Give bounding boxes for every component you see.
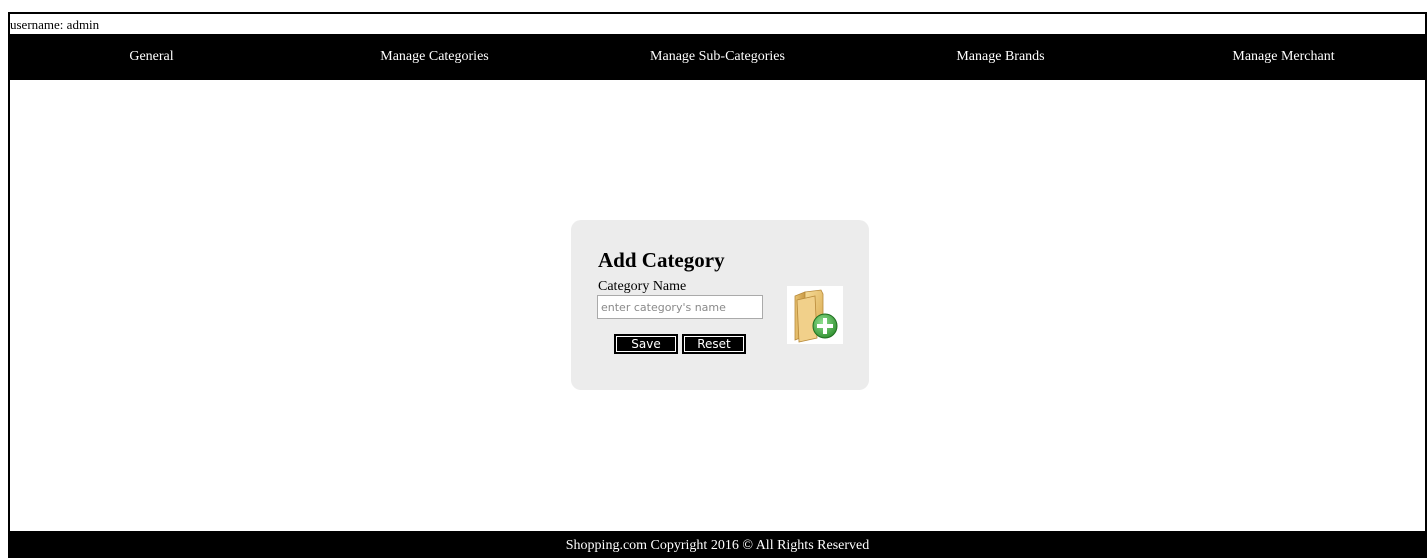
nav-item-general[interactable]: General [10, 49, 293, 65]
top-navigation: General Manage Categories Manage Sub-Cat… [10, 34, 1425, 80]
reset-button[interactable]: Reset [682, 334, 746, 354]
save-button[interactable]: Save [614, 334, 678, 354]
form-title: Add Category [598, 248, 725, 272]
nav-item-manage-sub-categories[interactable]: Manage Sub-Categories [576, 49, 859, 65]
username-label: username: admin [10, 17, 100, 32]
nav-item-manage-categories[interactable]: Manage Categories [293, 49, 576, 65]
category-name-input[interactable] [597, 295, 763, 319]
nav-item-manage-merchant[interactable]: Manage Merchant [1142, 49, 1425, 65]
folder-add-icon [787, 286, 843, 344]
footer: Shopping.com Copyright 2016 © All Rights… [10, 531, 1425, 558]
page-frame: username: admin General Manage Categorie… [8, 12, 1427, 558]
nav-item-manage-brands[interactable]: Manage Brands [859, 49, 1142, 65]
category-name-label: Category Name [598, 279, 687, 294]
add-category-card: Add Category Category Name Save Reset [571, 220, 869, 390]
